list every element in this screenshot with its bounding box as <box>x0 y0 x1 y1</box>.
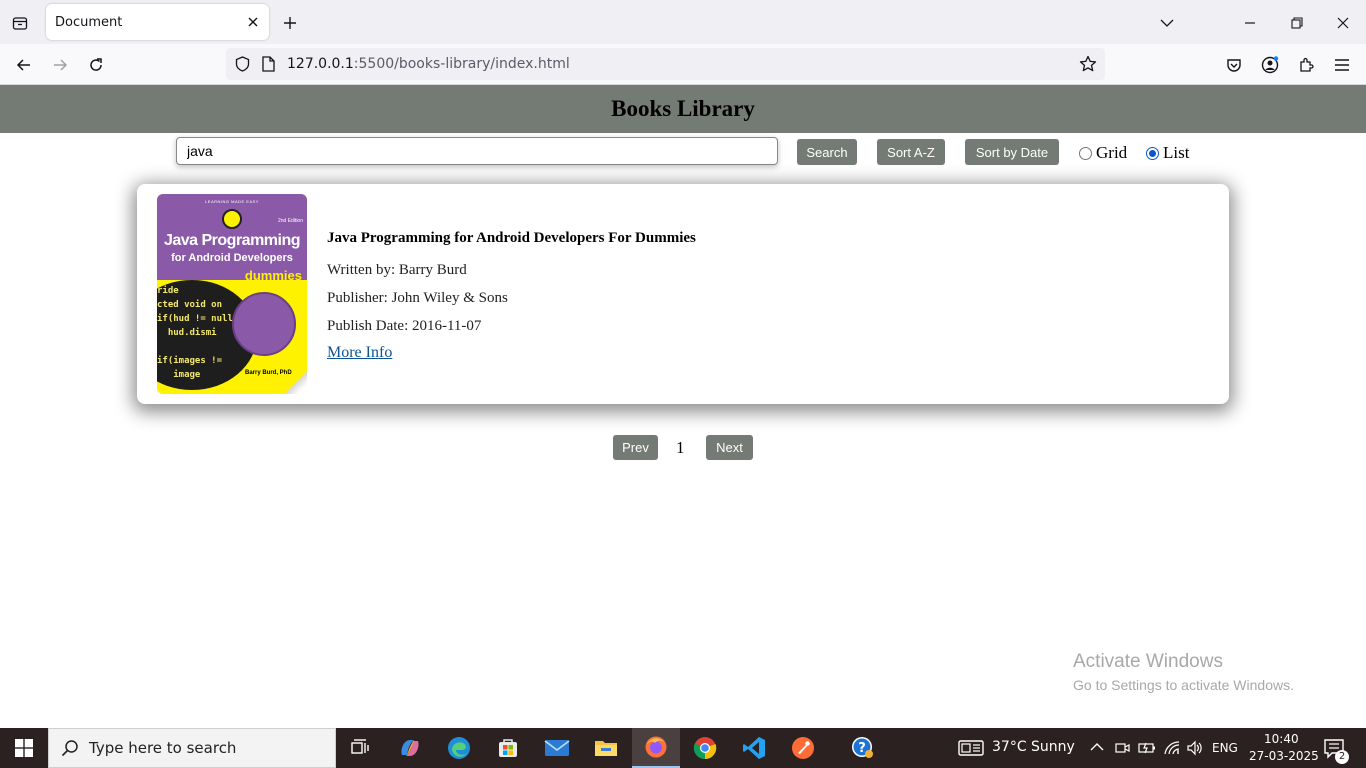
account-icon[interactable] <box>1255 50 1285 80</box>
cover-badge-circle <box>232 292 296 356</box>
taskbar-search-placeholder: Type here to search <box>89 739 237 757</box>
taskbar: Type here to search ? 37°C Sunny ENG 10:… <box>0 728 1366 768</box>
grid-view-radio[interactable]: Grid <box>1079 143 1127 163</box>
edge-icon[interactable] <box>435 728 483 768</box>
page-title: Books Library <box>611 96 755 121</box>
postman-icon[interactable] <box>779 728 827 768</box>
cover-code-art: ride cted void on if(hud != null hud.dismi… <box>157 286 233 380</box>
pocket-icon[interactable] <box>1219 50 1249 80</box>
sort-az-button[interactable]: Sort A-Z <box>877 139 945 165</box>
windows-start-icon[interactable] <box>0 728 48 768</box>
cover-edition: 2nd Edition <box>277 218 303 224</box>
tab-list-icon[interactable] <box>6 9 34 37</box>
help-icon[interactable]: ? <box>839 728 887 768</box>
notification-count-badge: 2 <box>1335 750 1349 764</box>
shield-icon[interactable] <box>233 55 251 73</box>
list-view-radio[interactable]: List <box>1146 143 1189 163</box>
wifi-icon[interactable] <box>1163 740 1181 756</box>
cover-brand: dummies <box>244 268 302 283</box>
copilot-icon[interactable] <box>386 728 434 768</box>
star-icon[interactable] <box>1079 55 1097 73</box>
chevron-down-icon[interactable] <box>1153 9 1181 37</box>
next-button[interactable]: Next <box>706 435 753 460</box>
back-icon[interactable] <box>9 50 39 80</box>
current-page-number: 1 <box>676 438 685 457</box>
close-tab-icon[interactable] <box>243 12 263 32</box>
activate-windows-hint: Go to Settings to activate Windows. <box>1073 677 1294 693</box>
list-radio-label: List <box>1163 143 1190 162</box>
prev-button[interactable]: Prev <box>613 435 658 460</box>
vscode-icon[interactable] <box>730 728 778 768</box>
task-view-icon[interactable] <box>336 728 384 768</box>
url-text: 127.0.0.1:5500/books-library/index.html <box>287 56 570 72</box>
weather-text[interactable]: 37°C Sunny <box>992 739 1075 755</box>
volume-icon[interactable] <box>1186 740 1204 756</box>
url-bar[interactable]: 127.0.0.1:5500/books-library/index.html <box>226 48 1105 80</box>
clock-date[interactable]: 27-03-2025 <box>1249 749 1319 763</box>
book-info: Java Programming for Android Developers … <box>327 230 696 366</box>
battery-icon[interactable] <box>1138 740 1156 756</box>
search-input[interactable] <box>176 137 778 165</box>
cover-series: LEARNING MADE EASY <box>205 199 259 204</box>
book-publisher: Publisher: John Wiley & Sons <box>327 290 508 306</box>
cover-title: Java Programming <box>163 232 301 249</box>
book-title: Java Programming for Android Developers … <box>327 230 696 246</box>
book-card: LEARNING MADE EASY 2nd Edition Java Prog… <box>137 184 1229 404</box>
dummies-logo-icon <box>222 209 242 229</box>
chevron-up-icon[interactable] <box>1090 741 1104 753</box>
search-button[interactable]: Search <box>797 139 857 165</box>
weather-icon[interactable] <box>958 739 984 757</box>
minimize-icon[interactable] <box>1236 9 1264 37</box>
page-icon[interactable] <box>259 55 277 73</box>
microsoft-store-icon[interactable] <box>484 728 532 768</box>
mail-icon[interactable] <box>533 728 581 768</box>
svg-text:?: ? <box>858 741 866 756</box>
page-header: Books Library <box>0 85 1366 133</box>
grid-radio-label: Grid <box>1096 143 1128 162</box>
list-radio-circle[interactable] <box>1146 146 1159 160</box>
grid-radio-circle[interactable] <box>1079 146 1092 160</box>
clock-time[interactable]: 10:40 <box>1264 732 1299 746</box>
browser-tab[interactable]: Document <box>46 4 269 40</box>
book-author: Written by: Barry Burd <box>327 262 467 278</box>
sort-by-date-button[interactable]: Sort by Date <box>965 139 1059 165</box>
chrome-icon[interactable] <box>681 728 729 768</box>
book-publish-date: Publish Date: 2016-11-07 <box>327 318 482 334</box>
extensions-icon[interactable] <box>1291 50 1321 80</box>
forward-icon[interactable] <box>45 50 75 80</box>
file-explorer-icon[interactable] <box>582 728 630 768</box>
activate-windows-title: Activate Windows <box>1073 651 1223 672</box>
taskbar-search[interactable]: Type here to search <box>48 728 336 768</box>
browser-tabbar: Document <box>0 0 1366 44</box>
firefox-icon[interactable] <box>632 728 680 768</box>
restore-icon[interactable] <box>1283 9 1311 37</box>
tab-title: Document <box>55 15 123 30</box>
book-cover-image: LEARNING MADE EASY 2nd Edition Java Prog… <box>157 194 307 394</box>
search-icon <box>61 739 79 757</box>
browser-navbar: 127.0.0.1:5500/books-library/index.html <box>0 44 1366 85</box>
close-window-icon[interactable] <box>1329 9 1357 37</box>
more-info-link[interactable]: More Info <box>327 344 392 361</box>
meet-now-icon[interactable] <box>1114 740 1130 756</box>
language-indicator[interactable]: ENG <box>1212 741 1238 755</box>
menu-icon[interactable] <box>1327 50 1357 80</box>
new-tab-icon[interactable] <box>279 12 301 34</box>
cover-subtitle: for Android Developers <box>171 252 293 264</box>
cover-page-curl <box>285 372 307 394</box>
reload-icon[interactable] <box>81 50 111 80</box>
